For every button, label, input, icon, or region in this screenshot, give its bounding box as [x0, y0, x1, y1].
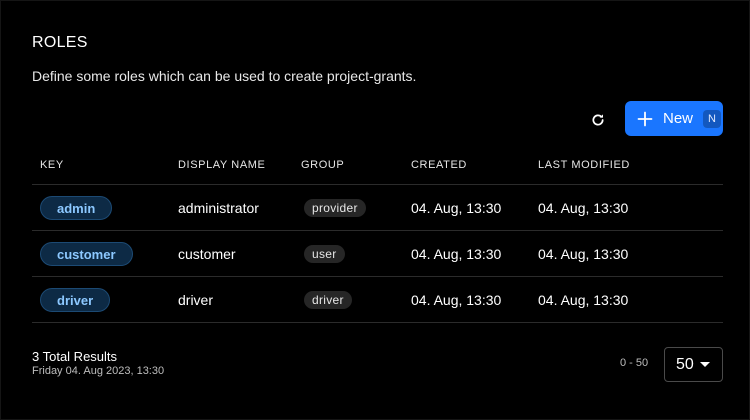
column-header-group[interactable]: GROUP [301, 159, 344, 171]
group-cell: user [304, 231, 345, 277]
shortcut-key-badge: N [703, 109, 722, 128]
table-row[interactable]: driver driver driver 04. Aug, 13:30 04. … [32, 277, 723, 323]
table-header: KEY DISPLAY NAME GROUP CREATED LAST MODI… [32, 147, 723, 185]
roles-page: ROLES Define some roles which can be use… [0, 0, 750, 420]
key-cell: admin [40, 185, 113, 231]
results-timestamp: Friday 04. Aug 2023, 13:30 [32, 365, 165, 377]
group-cell: driver [304, 277, 352, 323]
display-name-cell: customer [178, 246, 236, 262]
group-cell: provider [304, 185, 366, 231]
created-cell: 04. Aug, 13:30 [411, 200, 502, 216]
created-cell: 04. Aug, 13:30 [411, 246, 502, 262]
roles-table: KEY DISPLAY NAME GROUP CREATED LAST MODI… [32, 147, 723, 323]
modified-cell: 04. Aug, 13:30 [538, 200, 629, 216]
page-size-select[interactable]: 50 [664, 347, 723, 382]
created-cell: 04. Aug, 13:30 [411, 292, 502, 308]
group-badge: provider [304, 199, 366, 217]
new-button-label: New [663, 110, 694, 127]
pagination-range: 0 - 50 [620, 357, 649, 369]
total-results: 3 Total Results [32, 349, 118, 364]
modified-cell: 04. Aug, 13:30 [538, 246, 629, 262]
table-row[interactable]: admin administrator provider 04. Aug, 13… [32, 185, 723, 231]
role-key-badge: driver [40, 288, 111, 312]
refresh-icon [592, 114, 604, 126]
group-badge: user [304, 245, 345, 263]
caret-down-icon [699, 362, 710, 367]
page-description: Define some roles which can be used to c… [32, 68, 417, 84]
column-header-created[interactable]: CREATED [411, 159, 467, 171]
role-key-badge: admin [40, 196, 113, 220]
table-row[interactable]: customer customer user 04. Aug, 13:30 04… [32, 231, 723, 277]
display-name-cell: driver [178, 292, 214, 308]
key-cell: driver [40, 277, 111, 323]
role-key-badge: customer [40, 242, 133, 266]
display-name-cell: administrator [178, 200, 259, 216]
page-size-value: 50 [676, 355, 694, 373]
plus-icon [637, 111, 653, 126]
column-header-key[interactable]: KEY [40, 159, 64, 171]
key-cell: customer [40, 231, 133, 277]
group-badge: driver [304, 291, 352, 309]
refresh-button[interactable] [585, 107, 611, 133]
column-header-display-name[interactable]: DISPLAY NAME [178, 159, 266, 171]
page-title: ROLES [32, 34, 88, 51]
new-role-button[interactable]: New N [625, 101, 723, 136]
column-header-last-modified[interactable]: LAST MODIFIED [538, 159, 630, 171]
modified-cell: 04. Aug, 13:30 [538, 292, 629, 308]
